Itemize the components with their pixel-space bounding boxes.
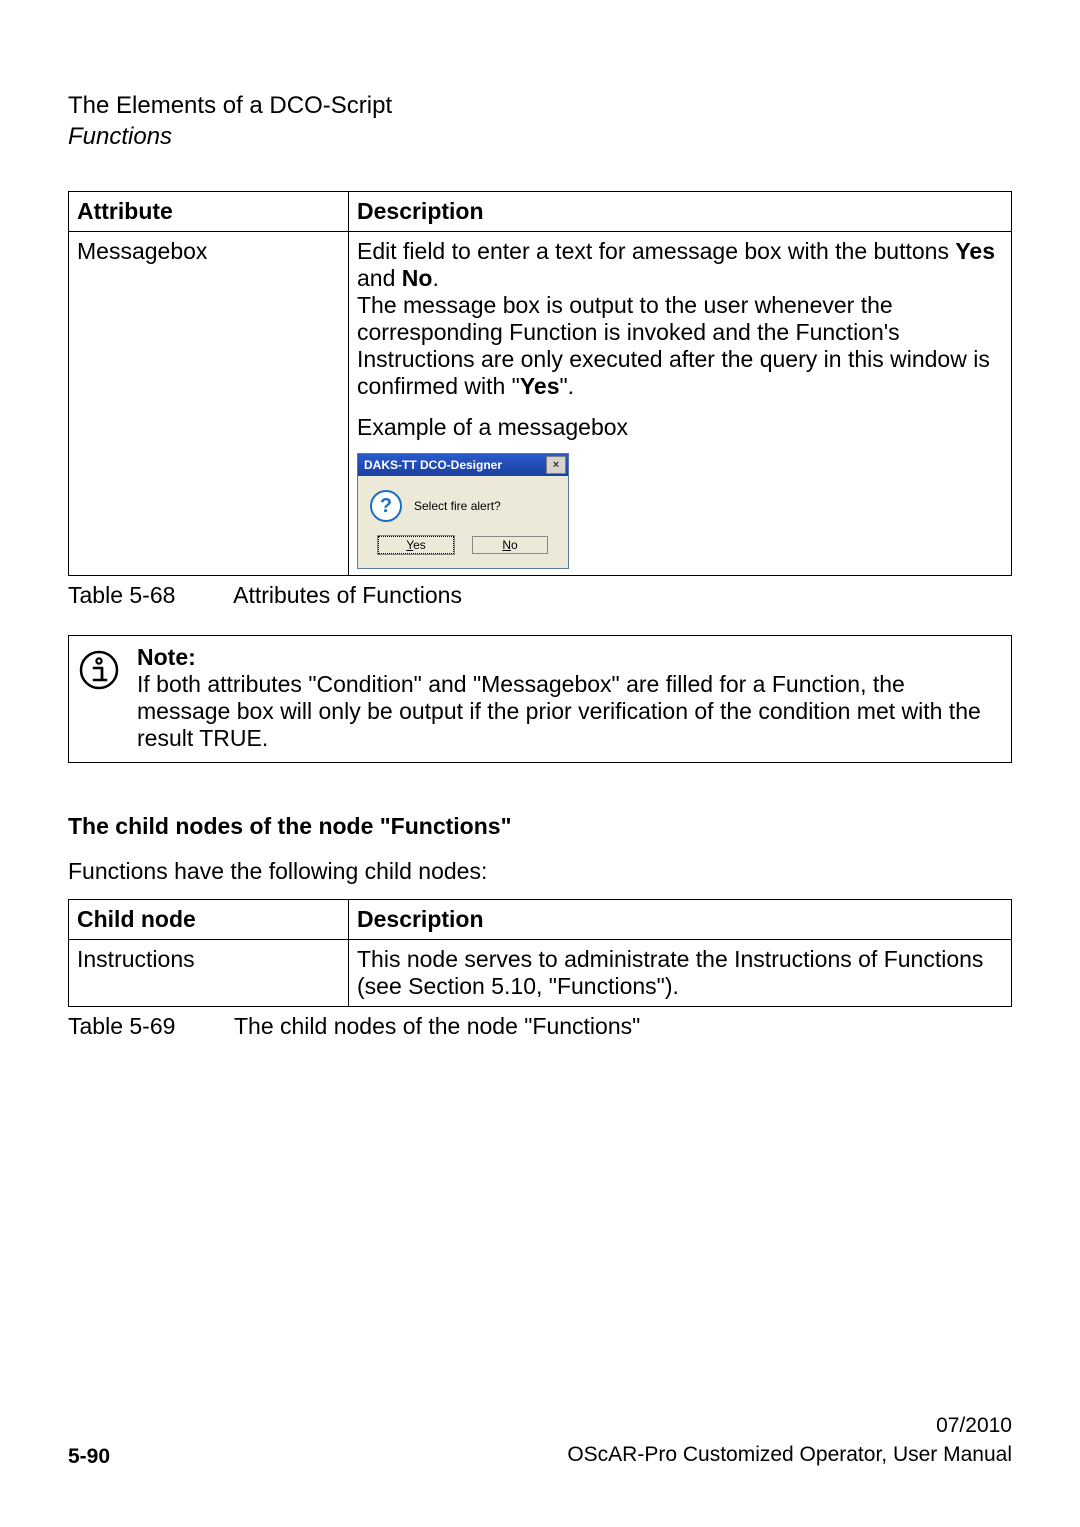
caption-label: Table 5-68 [68, 582, 228, 609]
desc-bold-yes2: Yes [520, 373, 560, 399]
table69-head-description: Description [349, 900, 1012, 940]
page-number: 5-90 [68, 1445, 110, 1469]
note-heading: Note: [137, 644, 1001, 671]
table68-head-description: Description [349, 192, 1012, 232]
note-body: If both attributes "Condition" and "Mess… [137, 671, 1001, 752]
messagebox-dialog: DAKS-TT DCO-Designer × ? Select fire ale… [357, 453, 569, 569]
info-icon [79, 644, 123, 752]
footer-doc-title: OScAR-Pro Customized Operator, User Manu… [567, 1441, 1012, 1469]
table68-caption: Table 5-68 Attributes of Functions [68, 582, 1012, 609]
desc-bold-no: No [402, 265, 433, 291]
desc-text: ". [560, 373, 575, 399]
table-child-nodes: Child node Description Instructions This… [68, 899, 1012, 1007]
desc-text: The message box is output to the user wh… [357, 292, 990, 399]
caption-label: Table 5-69 [68, 1013, 228, 1040]
table69-cell-child: Instructions [69, 940, 349, 1007]
caption-text: The child nodes of the node "Functions" [234, 1013, 640, 1039]
table69-caption: Table 5-69 The child nodes of the node "… [68, 1013, 1012, 1040]
note-box: Note: If both attributes "Condition" and… [68, 635, 1012, 763]
desc-text: . [432, 265, 438, 291]
desc-text: and [357, 265, 402, 291]
table68-cell-attribute: Messagebox [69, 232, 349, 576]
page-header-subtitle: Functions [68, 123, 1012, 151]
table68-head-attribute: Attribute [69, 192, 349, 232]
table-attributes-of-functions: Attribute Description Messagebox Edit fi… [68, 191, 1012, 576]
desc-bold-yes: Yes [955, 238, 995, 264]
question-icon: ? [370, 490, 402, 522]
example-label: Example of a messagebox [357, 414, 1003, 441]
table69-cell-description: This node serves to administrate the Ins… [349, 940, 1012, 1007]
messagebox-title: DAKS-TT DCO-Designer [364, 458, 502, 472]
table68-cell-description: Edit field to enter a text for amessage … [349, 232, 1012, 576]
table69-head-child: Child node [69, 900, 349, 940]
yes-button[interactable]: Yes [378, 536, 454, 554]
no-button[interactable]: No [472, 536, 548, 554]
caption-text: Attributes of Functions [233, 582, 462, 608]
section-heading: The child nodes of the node "Functions" [68, 813, 1012, 840]
footer-date: 07/2010 [567, 1412, 1012, 1440]
messagebox-text: Select fire alert? [414, 499, 501, 513]
close-icon[interactable]: × [546, 456, 566, 474]
desc-text: Edit field to enter a text for amessage … [357, 238, 955, 264]
page-header-title: The Elements of a DCO-Script [68, 90, 1012, 121]
section-lead: Functions have the following child nodes… [68, 858, 1012, 885]
